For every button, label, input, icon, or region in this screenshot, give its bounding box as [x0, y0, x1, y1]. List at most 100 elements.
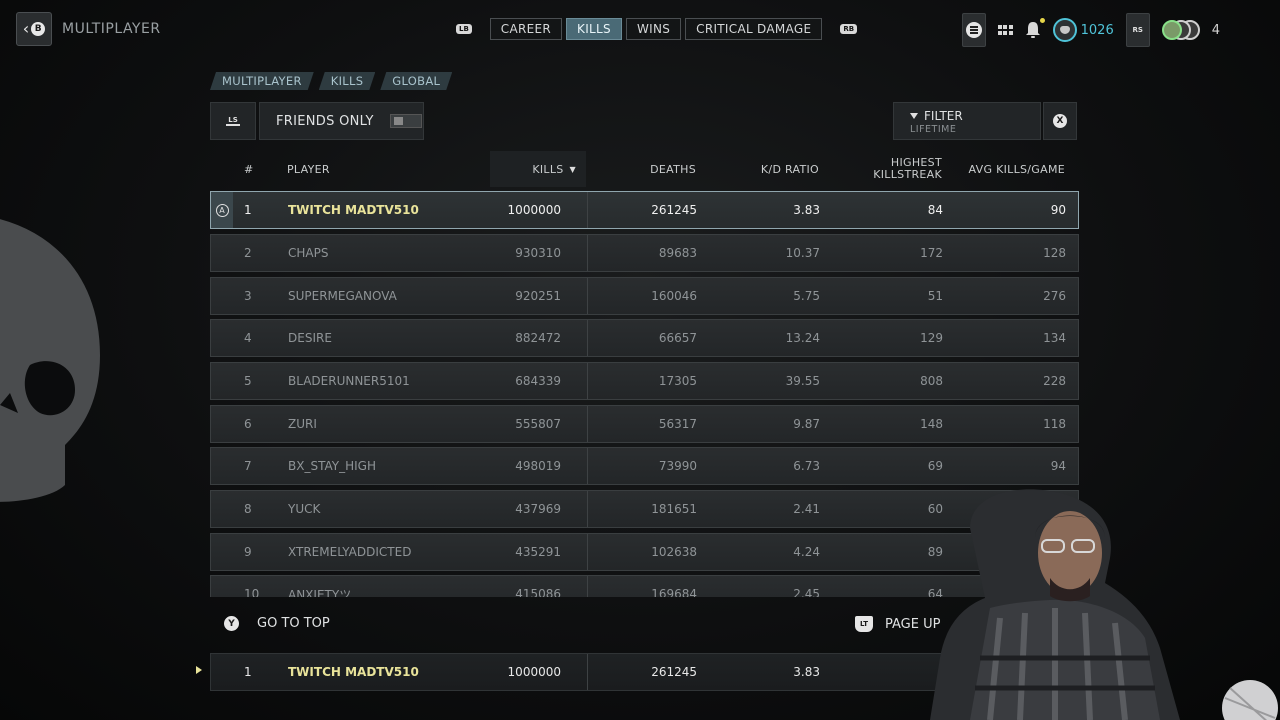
notification-bell-icon[interactable]	[1025, 18, 1045, 39]
row-kd: 39.55	[785, 374, 820, 388]
tab-critical-damage[interactable]: CRITICAL DAMAGE	[685, 18, 823, 40]
party-avatars	[1161, 18, 1206, 42]
x-button-glyph: X	[1053, 114, 1067, 128]
clear-filter-button[interactable]: X	[1043, 102, 1077, 140]
row-rank: 9	[244, 545, 252, 559]
go-to-top-button[interactable]: Y GO TO TOP	[224, 616, 330, 631]
row-avg: 134	[1043, 331, 1066, 345]
row-streak: 808	[920, 374, 943, 388]
row-kd: 2.45	[793, 587, 820, 597]
row-kd: 2.41	[793, 502, 820, 516]
row-kills: 498019	[515, 459, 561, 473]
row-streak: 84	[927, 203, 943, 217]
row-avg: 94	[1050, 459, 1066, 473]
row-player: ANXIETYツ	[288, 587, 352, 598]
col-kills-label: KILLS	[532, 162, 564, 176]
filter-label: FILTER	[924, 109, 963, 123]
page-up-button[interactable]: LT PAGE UP	[855, 616, 940, 632]
row-kills: 920251	[515, 289, 561, 303]
row-rank: 4	[244, 331, 252, 345]
row-player: DESIRE	[288, 331, 332, 345]
row-player: CHAPS	[288, 246, 329, 260]
table-row[interactable]: 5 BLADERUNNER5101 684339 17305 39.55 808…	[210, 362, 1079, 400]
b-button-glyph: B	[31, 22, 46, 36]
row-rank: 6	[244, 417, 252, 431]
tab-kills[interactable]: KILLS	[566, 18, 622, 40]
row-deaths: 73990	[658, 459, 697, 473]
friends-only-toggle[interactable]: FRIENDS ONLY	[259, 102, 424, 140]
row-kills: 555807	[515, 417, 561, 431]
filter-icon	[910, 113, 918, 119]
filter-button[interactable]: FILTER LIFETIME	[893, 102, 1041, 140]
mode-title: MULTIPLAYER	[62, 21, 161, 37]
ls-button[interactable]: LS	[210, 102, 256, 140]
party-count: 4	[1211, 22, 1220, 38]
row-rank: 1	[244, 203, 252, 217]
rs-button[interactable]: RS	[1125, 13, 1150, 47]
row-kd: 13.24	[785, 331, 820, 345]
chevron-left-icon: ‹	[22, 19, 30, 38]
tab-wins[interactable]: WINS	[625, 18, 682, 40]
top-right-toolbar: 1026 RS 4	[961, 13, 1220, 47]
row-avg: 276	[1043, 289, 1066, 303]
table-row[interactable]: 2 CHAPS 930310 89683 10.37 172 128	[210, 234, 1079, 272]
row-kills: 1000000	[507, 203, 561, 217]
col-kd-ratio: K/D RATIO	[760, 162, 819, 176]
friends-only-label: FRIENDS ONLY	[276, 113, 374, 129]
notification-dot	[1039, 18, 1045, 23]
breadcrumb-multiplayer[interactable]: MULTIPLAYER	[210, 72, 314, 90]
table-row[interactable]: 6 ZURI 555807 56317 9.87 148 118	[210, 405, 1079, 443]
row-streak: 148	[920, 417, 943, 431]
table-row[interactable]: 3 SUPERMEGANOVA 920251 160046 5.75 51 27…	[210, 277, 1079, 315]
col-highest-killstreak: HIGHEST KILLSTREAK	[873, 156, 942, 181]
row-rank: 2	[244, 246, 252, 260]
col-kills[interactable]: KILLS ▼	[490, 151, 576, 187]
rb-bumper-glyph[interactable]: RB	[840, 24, 858, 34]
player-level-value: 1026	[1080, 22, 1114, 38]
back-button[interactable]: ‹ B	[16, 12, 52, 46]
row-kd: 3.83	[793, 203, 820, 217]
row-deaths: 102638	[651, 545, 697, 559]
lb-bumper-glyph[interactable]: LB	[456, 24, 472, 34]
player-level[interactable]: 1026	[1052, 18, 1114, 42]
table-row[interactable]: 7 BX_STAY_HIGH 498019 73990 6.73 69 94	[210, 447, 1079, 485]
row-kills: 415086	[515, 587, 561, 597]
my-player: TWITCH MADTV510	[288, 665, 419, 679]
row-avg: 118	[1043, 417, 1066, 431]
top-bar: ‹ B MULTIPLAYER LB CAREER KILLS WINS CRI…	[0, 0, 1280, 60]
row-player: XTREMELYADDICTED	[288, 545, 412, 559]
breadcrumb: MULTIPLAYER KILLS GLOBAL	[210, 72, 452, 90]
party-avatar	[1161, 20, 1182, 40]
go-to-top-label: GO TO TOP	[257, 616, 330, 631]
breadcrumb-kills[interactable]: KILLS	[319, 72, 376, 90]
table-row[interactable]: 4 DESIRE 882472 66657 13.24 129 134	[210, 319, 1079, 357]
row-rank: 3	[244, 289, 252, 303]
friends-only-switch[interactable]	[389, 114, 422, 128]
table-row-selected[interactable]: A 1 TWITCH MADTV510 1000000 261245 3.83 …	[210, 191, 1079, 229]
row-streak: 172	[920, 246, 943, 260]
party-indicator[interactable]: 4	[1161, 18, 1220, 42]
my-kills: 1000000	[507, 665, 561, 679]
row-kills: 882472	[515, 331, 561, 345]
rs-glyph: RS	[1132, 26, 1143, 34]
menu-icon	[965, 22, 982, 38]
my-deaths: 261245	[651, 665, 697, 679]
row-kd: 6.73	[793, 459, 820, 473]
breadcrumb-global[interactable]: GLOBAL	[380, 72, 452, 90]
webcam-overlay	[930, 489, 1278, 720]
row-kills: 684339	[515, 374, 561, 388]
y-button-glyph: Y	[224, 616, 239, 631]
col-deaths: DEATHS	[650, 162, 696, 176]
row-deaths: 169684	[651, 587, 697, 597]
row-kills: 435291	[515, 545, 561, 559]
row-deaths: 56317	[658, 417, 697, 431]
tab-career[interactable]: CAREER	[489, 18, 563, 40]
row-player: BLADERUNNER5101	[288, 374, 410, 388]
row-streak: 129	[920, 331, 943, 345]
a-button-glyph: A	[215, 203, 229, 217]
row-avg: 128	[1043, 246, 1066, 260]
row-kills: 437969	[515, 502, 561, 516]
row-avg: 90	[1050, 203, 1066, 217]
apps-grid-icon[interactable]	[997, 25, 1013, 35]
menu-button[interactable]	[961, 13, 986, 47]
